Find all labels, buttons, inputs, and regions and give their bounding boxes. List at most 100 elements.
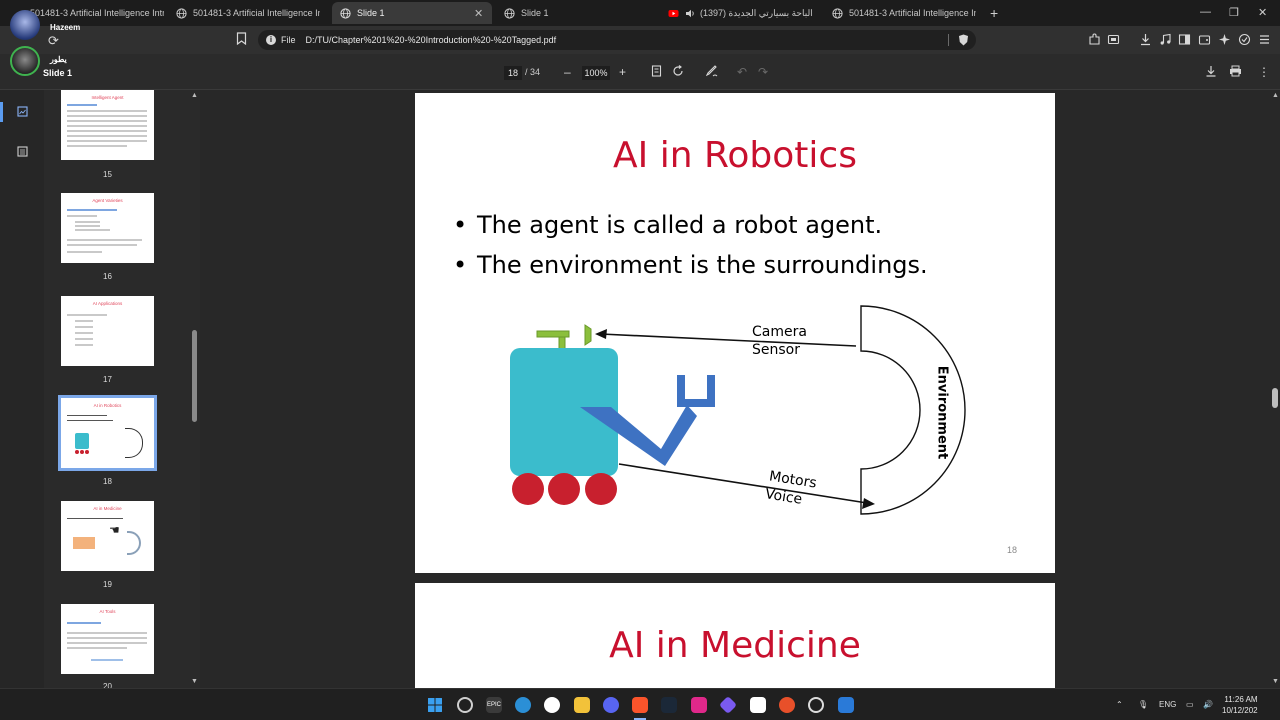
app-icon[interactable] — [515, 697, 531, 713]
rail-active-indicator — [0, 102, 3, 122]
iptv-icon[interactable] — [691, 697, 707, 713]
thumbnail-label-19: 19 — [103, 580, 112, 589]
speaker-icon[interactable] — [685, 8, 696, 19]
tab-slide-1[interactable]: Slide 1 — [496, 2, 656, 24]
thumbnail-page-19[interactable]: AI in Medicine ☚ — [61, 501, 154, 571]
network-icon[interactable]: ▭ — [1186, 700, 1194, 709]
clock-date: 10/12/202 — [1222, 706, 1258, 715]
game-launcher-icon[interactable] — [779, 697, 795, 713]
avatar-hazeem — [10, 10, 40, 40]
tab-strip: 501481-3 Artificial Intelligence Introd … — [0, 0, 1280, 26]
navigation-bar: ⟳ i File D:/TU/Chapter%201%20-%20Introdu… — [0, 26, 1280, 54]
tray-expand-icon[interactable]: ⌃ — [1116, 700, 1123, 709]
thumbnail-page-16[interactable]: Agent Varieties — [61, 193, 154, 263]
outline-view-icon[interactable] — [17, 146, 28, 157]
camera-label: Camera — [752, 324, 807, 340]
bm-app-icon[interactable] — [750, 697, 766, 713]
volume-icon[interactable]: 🔊 — [1203, 700, 1213, 709]
microphone-icon[interactable]: 🎙 — [1138, 700, 1148, 709]
monitor-app-icon[interactable] — [838, 697, 854, 713]
sidebar-toggle-icon[interactable] — [1178, 33, 1191, 46]
restore-icon[interactable]: ❐ — [1229, 6, 1239, 19]
app-diamond-icon[interactable] — [718, 695, 738, 715]
new-tab-button[interactable]: + — [990, 5, 998, 21]
pdf-left-rail — [0, 90, 44, 688]
print-icon[interactable] — [1229, 65, 1242, 80]
scroll-down-icon[interactable]: ▼ — [191, 678, 198, 685]
thumbnail-label-17: 17 — [103, 375, 112, 384]
search-icon[interactable] — [457, 697, 473, 713]
viewer-scroll-thumb[interactable] — [1272, 388, 1278, 408]
thumbnail-label-15: 15 — [103, 170, 112, 179]
fit-page-icon[interactable] — [651, 65, 662, 80]
page-total: / 34 — [525, 67, 541, 77]
language-indicator[interactable]: ENG — [1159, 700, 1176, 709]
address-bar[interactable]: i File D:/TU/Chapter%201%20-%20Introduct… — [258, 30, 976, 50]
tab-ai-intro-1[interactable]: 501481-3 Artificial Intelligence Introd — [22, 2, 172, 24]
vpn-shield-icon[interactable] — [1238, 33, 1251, 46]
url-text[interactable]: D:/TU/Chapter%201%20-%20Introduction%20-… — [306, 35, 557, 45]
thumbnails-view-icon[interactable] — [17, 106, 28, 117]
pdf-viewer[interactable]: AI in Robotics • The agent is called a ro… — [200, 90, 1270, 688]
system-clock[interactable]: 11:26 AM 10/12/202 — [1222, 694, 1258, 716]
reload-icon[interactable]: ⟳ — [48, 33, 59, 49]
tab-youtube[interactable]: (1397) رحلة الباحة بسيارتي الجديدة — [660, 2, 820, 24]
close-window-icon[interactable]: ✕ — [1258, 6, 1267, 19]
sidebar-scroll-thumb[interactable] — [192, 330, 197, 422]
thumbnail-page-20[interactable]: AI Tools — [61, 604, 154, 674]
globe-icon — [176, 7, 187, 19]
thumbnail-page-17[interactable]: AI Applications — [61, 296, 154, 366]
clock-time: 11:26 AM — [1224, 695, 1258, 704]
close-tab-icon[interactable]: ✕ — [474, 7, 484, 20]
undo-icon[interactable]: ↶ — [737, 65, 747, 79]
tab-ai-intro-2[interactable]: 501481-3 Artificial Intelligence Introd — [168, 2, 328, 24]
second-user-name: يطور — [50, 55, 67, 64]
epic-games-icon[interactable]: EPIC — [486, 697, 502, 713]
puzzle-extensions-icon[interactable] — [1088, 33, 1101, 46]
wallet-icon[interactable] — [1198, 33, 1211, 46]
pdf-page-18: AI in Robotics • The agent is called a ro… — [415, 93, 1055, 573]
minimize-icon[interactable]: — — [1200, 6, 1211, 18]
maps-icon[interactable] — [544, 697, 560, 713]
page-number-input[interactable]: 18 — [504, 66, 522, 80]
info-icon[interactable]: i — [266, 35, 276, 45]
app-g-icon[interactable] — [808, 697, 824, 713]
zoom-out-button[interactable]: – — [564, 65, 571, 79]
redo-icon[interactable]: ↷ — [758, 65, 768, 79]
tab-slide-1-active[interactable]: Slide 1 ✕ — [332, 2, 492, 24]
brave-browser-icon[interactable] — [632, 697, 648, 713]
thumbnail-page-18[interactable]: AI in Robotics — [58, 395, 157, 471]
leo-ai-icon[interactable] — [1218, 33, 1231, 46]
thumbnail-label-18: 18 — [103, 477, 112, 486]
zoom-level[interactable]: 100% — [582, 66, 610, 80]
music-note-icon[interactable] — [1159, 33, 1172, 46]
globe-icon — [504, 7, 515, 19]
screenshot-icon[interactable] — [1107, 33, 1120, 46]
steam-icon[interactable] — [661, 697, 677, 713]
environment-label: Environment — [934, 365, 950, 460]
rotate-icon[interactable] — [672, 65, 684, 80]
zoom-in-button[interactable]: + — [619, 65, 626, 79]
download-icon[interactable] — [1139, 33, 1152, 46]
globe-icon — [832, 7, 843, 19]
scroll-up-icon[interactable]: ▲ — [191, 92, 198, 99]
scheme-label: File — [281, 35, 296, 45]
windows-start-icon[interactable] — [427, 697, 443, 713]
discord-icon[interactable] — [603, 697, 619, 713]
file-explorer-icon[interactable] — [574, 697, 590, 713]
viewer-scroll-down-icon[interactable]: ▼ — [1272, 678, 1279, 685]
bookmark-icon[interactable] — [236, 32, 247, 48]
tab-ai-intro-3[interactable]: 501481-3 Artificial Intelligence Introd — [824, 2, 984, 24]
menu-icon[interactable] — [1258, 33, 1271, 46]
globe-icon — [340, 7, 351, 19]
pdf-page-19: AI in Medicine — [415, 583, 1055, 688]
viewer-scroll-up-icon[interactable]: ▲ — [1272, 92, 1279, 99]
thumbnail-sidebar: Intelligent Agent 15 Agent Varieties 16 … — [44, 90, 190, 688]
windows-taskbar: EPIC ⌃ 🎙 ENG ▭ 🔊 11:26 AM 10/12/202 — [0, 688, 1280, 720]
draw-icon[interactable] — [705, 65, 718, 80]
brave-shield-icon[interactable] — [958, 34, 969, 48]
thumbnail-page-15[interactable]: Intelligent Agent — [61, 90, 154, 160]
more-options-icon[interactable]: ⋮ — [1258, 65, 1270, 79]
pdf-download-icon[interactable] — [1205, 65, 1217, 80]
robot-agent-diagram — [510, 305, 966, 515]
